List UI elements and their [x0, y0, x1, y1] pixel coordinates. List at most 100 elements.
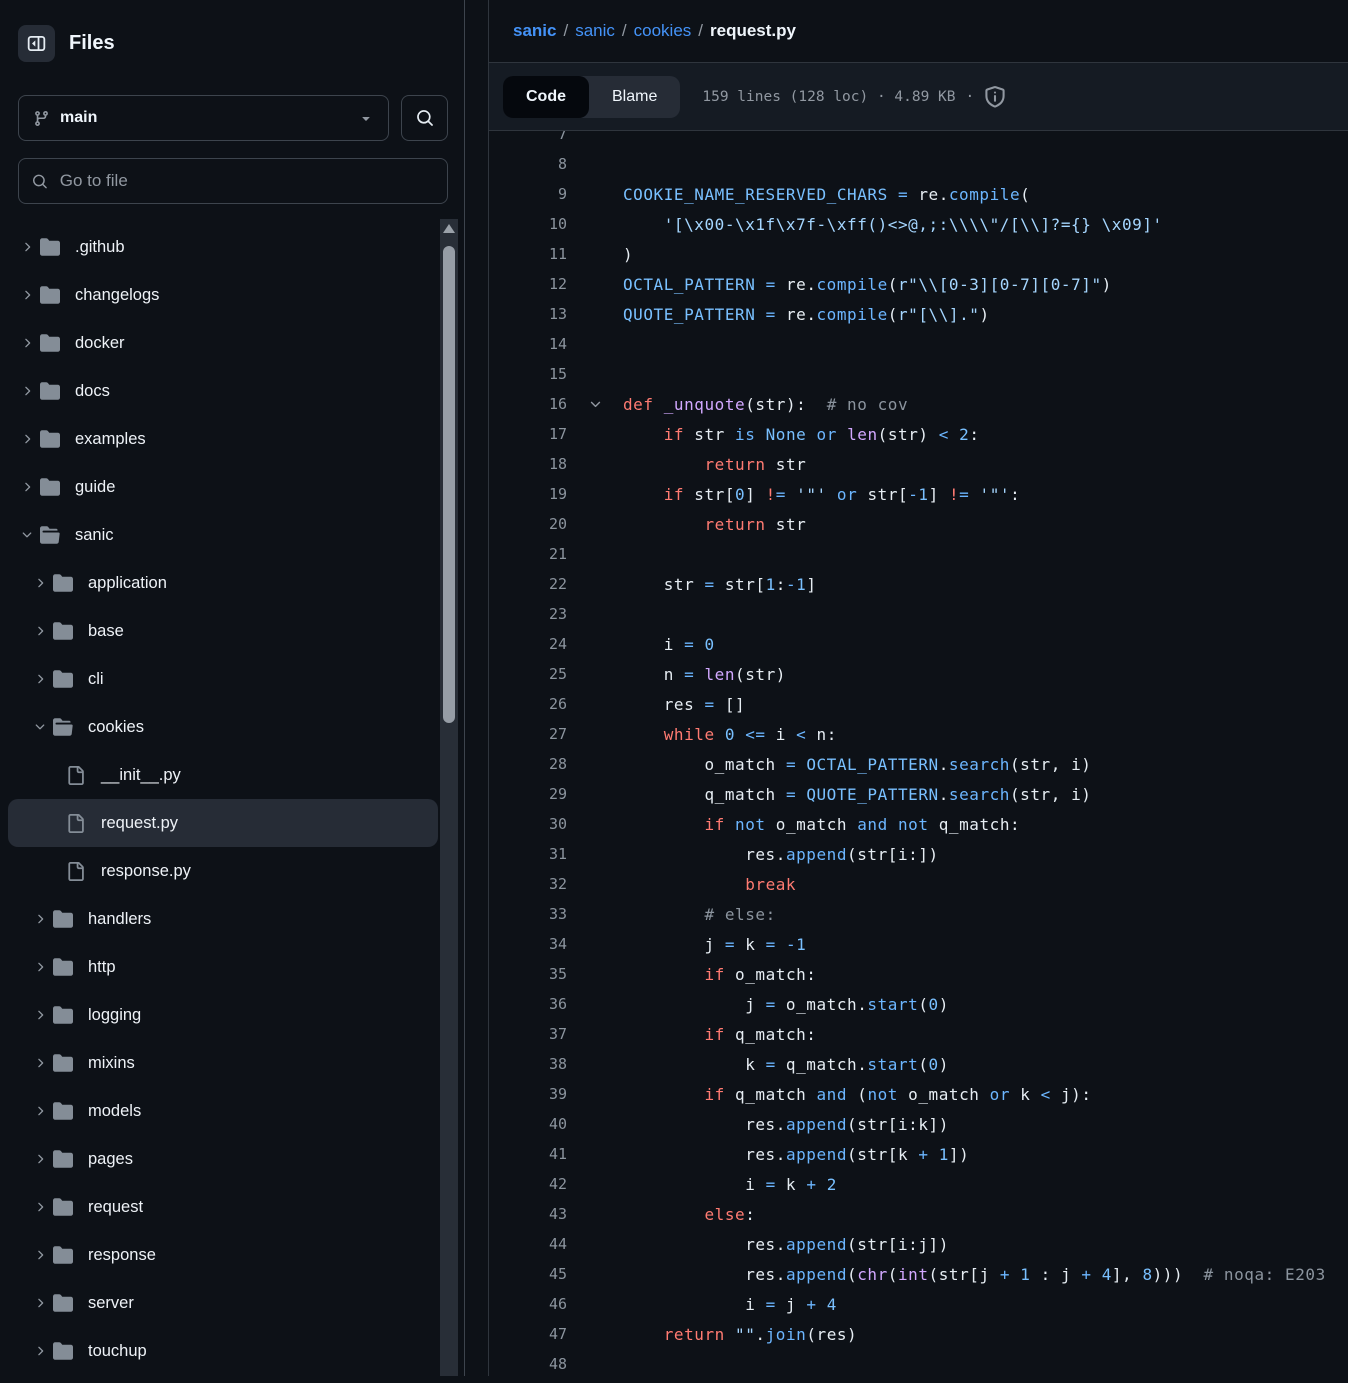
- line-number[interactable]: 30: [489, 815, 567, 833]
- tree-folder-changelogs[interactable]: changelogs: [8, 271, 438, 319]
- line-number[interactable]: 38: [489, 1055, 567, 1073]
- chevron-right-icon: [33, 1152, 47, 1166]
- code-text: res.append(str[i:k]): [623, 1115, 1348, 1134]
- line-number[interactable]: 24: [489, 635, 567, 653]
- line-number[interactable]: 44: [489, 1235, 567, 1253]
- fold-toggle[interactable]: [567, 397, 623, 412]
- line-number[interactable]: 43: [489, 1205, 567, 1223]
- tree-item-label: sanic: [75, 526, 114, 545]
- line-number[interactable]: 18: [489, 455, 567, 473]
- tree-folder-docker[interactable]: docker: [8, 319, 438, 367]
- go-to-file-field[interactable]: [18, 158, 448, 204]
- line-number[interactable]: 25: [489, 665, 567, 683]
- line-number[interactable]: 7: [489, 131, 567, 143]
- line-number[interactable]: 32: [489, 875, 567, 893]
- line-number[interactable]: 11: [489, 245, 567, 263]
- line-number[interactable]: 9: [489, 185, 567, 203]
- chevron-right-icon: [20, 384, 34, 398]
- tree-folder-base[interactable]: base: [8, 607, 438, 655]
- tree-folder-models[interactable]: models: [8, 1087, 438, 1135]
- line-number[interactable]: 33: [489, 905, 567, 923]
- line-number[interactable]: 19: [489, 485, 567, 503]
- go-to-file-input[interactable]: [58, 170, 434, 192]
- sidebar-scrollbar[interactable]: [440, 219, 458, 1376]
- line-number[interactable]: 10: [489, 215, 567, 233]
- line-number[interactable]: 8: [489, 155, 567, 173]
- branch-selector[interactable]: main: [18, 95, 389, 141]
- tab-code[interactable]: Code: [503, 76, 589, 118]
- line-number[interactable]: 17: [489, 425, 567, 443]
- line-number[interactable]: 45: [489, 1265, 567, 1283]
- line-number[interactable]: 22: [489, 575, 567, 593]
- tree-folder-response[interactable]: response: [8, 1231, 438, 1279]
- tree-folder-examples[interactable]: examples: [8, 415, 438, 463]
- tree-folder-sanic[interactable]: sanic: [8, 511, 438, 559]
- line-number[interactable]: 27: [489, 725, 567, 743]
- tree-folder-cookies[interactable]: cookies: [8, 703, 438, 751]
- breadcrumb-link[interactable]: cookies: [634, 21, 692, 41]
- tree-folder-.github[interactable]: .github: [8, 223, 438, 271]
- line-number[interactable]: 23: [489, 605, 567, 623]
- code-line: 42 i = k + 2: [489, 1169, 1348, 1199]
- tree-folder-pages[interactable]: pages: [8, 1135, 438, 1183]
- tree-folder-logging[interactable]: logging: [8, 991, 438, 1039]
- tree-item-label: pages: [88, 1150, 133, 1169]
- chevron-right-icon: [27, 1248, 53, 1262]
- tree-folder-cli[interactable]: cli: [8, 655, 438, 703]
- shield-icon[interactable]: [984, 86, 1006, 108]
- tree-folder-server[interactable]: server: [8, 1279, 438, 1327]
- line-number[interactable]: 39: [489, 1085, 567, 1103]
- code-text: break: [623, 875, 1348, 894]
- folder-icon: [40, 237, 68, 257]
- line-number[interactable]: 36: [489, 995, 567, 1013]
- search-this-repository-button[interactable]: [401, 95, 448, 141]
- code-text: i = 0: [623, 635, 1348, 654]
- code-line: 7: [489, 131, 1348, 149]
- line-number[interactable]: 21: [489, 545, 567, 563]
- folder-icon: [40, 285, 60, 305]
- code-line: 9COOKIE_NAME_RESERVED_CHARS = re.compile…: [489, 179, 1348, 209]
- line-number[interactable]: 48: [489, 1355, 567, 1373]
- collapse-sidebar-button[interactable]: [18, 25, 55, 62]
- tree-folder-mixins[interactable]: mixins: [8, 1039, 438, 1087]
- code-line: 15: [489, 359, 1348, 389]
- file-meta-text: 159 lines (128 loc) · 4.89 KB: [702, 89, 955, 105]
- tree-folder-guide[interactable]: guide: [8, 463, 438, 511]
- line-number[interactable]: 35: [489, 965, 567, 983]
- folder-icon: [53, 1005, 73, 1025]
- line-number[interactable]: 29: [489, 785, 567, 803]
- line-number[interactable]: 16: [489, 395, 567, 413]
- line-number[interactable]: 34: [489, 935, 567, 953]
- tree-file-request.py[interactable]: request.py: [8, 799, 438, 847]
- tab-blame[interactable]: Blame: [589, 76, 680, 118]
- line-number[interactable]: 31: [489, 845, 567, 863]
- line-number[interactable]: 41: [489, 1145, 567, 1163]
- tree-folder-application[interactable]: application: [8, 559, 438, 607]
- line-number[interactable]: 14: [489, 335, 567, 353]
- line-number[interactable]: 46: [489, 1295, 567, 1313]
- folder-icon: [40, 381, 68, 401]
- tree-folder-request[interactable]: request: [8, 1183, 438, 1231]
- tree-folder-docs[interactable]: docs: [8, 367, 438, 415]
- tree-folder-touchup[interactable]: touchup: [8, 1327, 438, 1375]
- breadcrumb-link[interactable]: sanic: [513, 21, 556, 41]
- line-number[interactable]: 28: [489, 755, 567, 773]
- line-number[interactable]: 20: [489, 515, 567, 533]
- tree-folder-http[interactable]: http: [8, 943, 438, 991]
- tree-folder-handlers[interactable]: handlers: [8, 895, 438, 943]
- line-number[interactable]: 12: [489, 275, 567, 293]
- breadcrumb-link[interactable]: sanic: [575, 21, 615, 41]
- line-number[interactable]: 26: [489, 695, 567, 713]
- line-number[interactable]: 47: [489, 1325, 567, 1343]
- scrollbar-up-arrow[interactable]: [443, 224, 455, 233]
- line-number[interactable]: 13: [489, 305, 567, 323]
- tree-item-label: response: [88, 1246, 156, 1265]
- folder-icon: [53, 957, 81, 977]
- line-number[interactable]: 37: [489, 1025, 567, 1043]
- line-number[interactable]: 42: [489, 1175, 567, 1193]
- tree-file-__init__.py[interactable]: __init__.py: [8, 751, 438, 799]
- tree-file-response.py[interactable]: response.py: [8, 847, 438, 895]
- line-number[interactable]: 40: [489, 1115, 567, 1133]
- scrollbar-thumb[interactable]: [443, 246, 455, 723]
- line-number[interactable]: 15: [489, 365, 567, 383]
